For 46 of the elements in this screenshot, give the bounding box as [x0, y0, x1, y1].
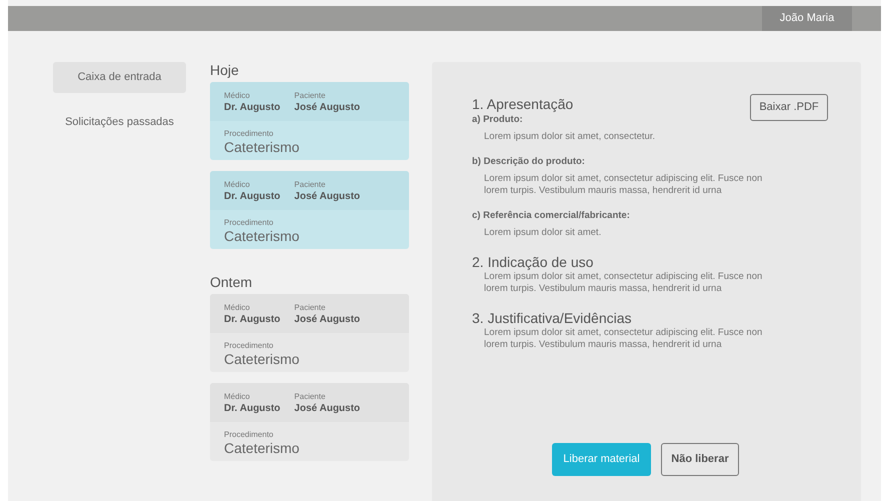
subsection-label: a) Produto:: [472, 113, 524, 126]
section-heading: 2. Indicação de uso: [472, 253, 594, 271]
section-heading: 3. Justificativa/Evidências: [472, 309, 632, 327]
subsection-label: c) Referência comercial/fabricante:: [472, 209, 631, 222]
patient-name: José Augusto: [294, 402, 360, 415]
procedure-label: Procedimento: [224, 430, 274, 440]
doctor-name: Dr. Augusto: [224, 402, 280, 415]
group-heading: Hoje: [210, 61, 240, 80]
procedure-label: Procedimento: [224, 129, 274, 139]
body-text: Lorem ipsum dolor sit amet.: [483, 227, 602, 239]
body-text: Lorem ipsum dolor sit amet, consectetur adipiscing elit. Fusce non lorem turpis. Vestibulum mauris massa, hendrerit id urna: [483, 327, 764, 351]
body-text: Lorem ipsum dolor sit amet, consectetur adipiscing elit. Fusce non lorem turpis. Vestibulum mauris massa, hendrerit id urna: [483, 173, 764, 197]
group-heading: Ontem: [210, 273, 254, 292]
procedure-name: Cateterismo: [224, 351, 300, 367]
do-not-release-button[interactable]: Não liberar: [661, 443, 739, 476]
patient-label: Paciente: [294, 91, 326, 101]
request-card[interactable]: Médico Dr. Augusto Paciente José Augusto Procedimento Cateterismo: [210, 82, 409, 160]
patient-name: José Augusto: [294, 313, 360, 326]
body-text: Lorem ipsum dolor sit amet, consectetur adipiscing elit. Fusce non lorem turpis. Vestibulum mauris massa, hendrerit id urna: [483, 271, 764, 295]
doctor-label: Médico: [224, 392, 251, 402]
procedure-name: Cateterismo: [224, 440, 300, 456]
doctor-label: Médico: [224, 91, 251, 101]
request-card[interactable]: Médico Dr. Augusto Paciente José Augusto Procedimento Cateterismo: [210, 294, 409, 372]
doctor-label: Médico: [224, 303, 251, 313]
patient-label: Paciente: [294, 180, 326, 190]
doctor-name: Dr. Augusto: [224, 101, 280, 114]
request-card[interactable]: Médico Dr. Augusto Paciente José Augusto Procedimento Cateterismo: [210, 171, 409, 249]
doctor-label: Médico: [224, 180, 251, 190]
patient-label: Paciente: [294, 303, 326, 313]
procedure-label: Procedimento: [224, 218, 274, 228]
procedure-name: Cateterismo: [224, 139, 300, 155]
doctor-name: Dr. Augusto: [224, 313, 280, 326]
sidebar-item[interactable]: Solicitações passadas: [53, 107, 186, 138]
patient-name: José Augusto: [294, 190, 360, 203]
user-name[interactable]: João Maria: [762, 6, 852, 31]
patient-name: José Augusto: [294, 101, 360, 114]
section-heading: 1. Apresentação: [472, 95, 574, 113]
procedure-label: Procedimento: [224, 341, 274, 351]
download-pdf-button[interactable]: Baixar .PDF: [750, 94, 828, 121]
sidebar-item[interactable]: Caixa de entrada: [53, 62, 186, 93]
procedure-name: Cateterismo: [224, 228, 300, 244]
body-text: Lorem ipsum dolor sit amet, consectetur.: [483, 131, 656, 143]
patient-label: Paciente: [294, 392, 326, 402]
request-card[interactable]: Médico Dr. Augusto Paciente José Augusto Procedimento Cateterismo: [210, 383, 409, 461]
subsection-label: b) Descrição do produto:: [472, 155, 586, 168]
doctor-name: Dr. Augusto: [224, 190, 280, 203]
